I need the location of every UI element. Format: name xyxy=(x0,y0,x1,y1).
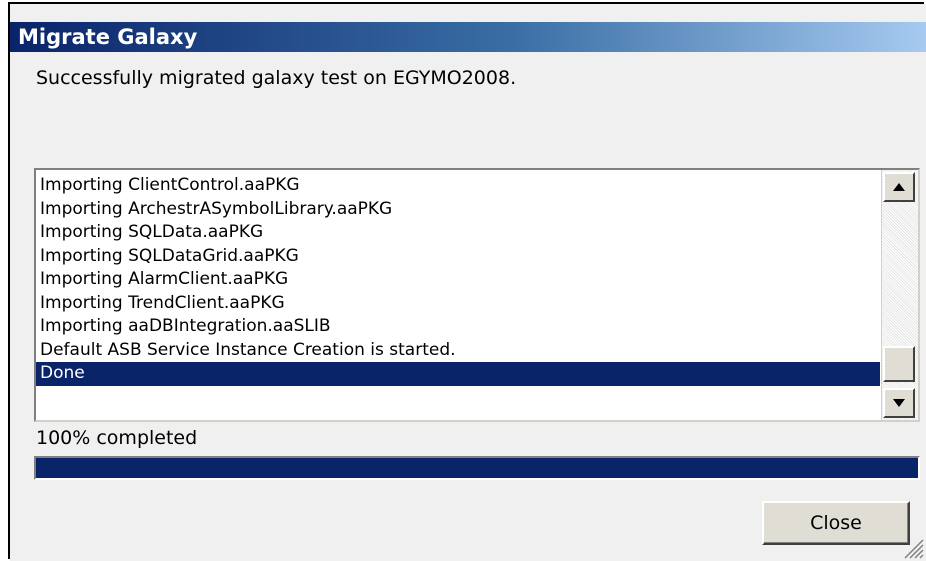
log-items: Importing ClientControl.aaPKG Importing A… xyxy=(36,174,880,386)
arrow-down-icon xyxy=(893,399,905,407)
log-item[interactable]: Importing ClientControl.aaPKG xyxy=(36,174,880,198)
log-item[interactable]: Importing TrendClient.aaPKG xyxy=(36,292,880,316)
close-button[interactable]: Close xyxy=(762,501,910,545)
log-item[interactable]: Importing aaDBIntegration.aaSLIB xyxy=(36,315,880,339)
status-message: Successfully migrated galaxy test on EGY… xyxy=(36,67,517,89)
log-item[interactable]: Done xyxy=(36,362,880,386)
scroll-down-button[interactable] xyxy=(883,388,915,418)
scroll-thumb[interactable] xyxy=(883,346,915,382)
progress-label: 100% completed xyxy=(36,427,198,449)
progress-fill xyxy=(36,458,918,478)
window-title: Migrate Galaxy xyxy=(18,25,198,49)
log-item[interactable]: Default ASB Service Instance Creation is… xyxy=(36,339,880,363)
migration-log-list[interactable]: Importing ClientControl.aaPKG Importing A… xyxy=(34,168,920,422)
log-scrollbar[interactable] xyxy=(881,170,918,420)
title-bar[interactable]: Migrate Galaxy xyxy=(10,22,926,52)
log-item[interactable]: Importing SQLDataGrid.aaPKG xyxy=(36,245,880,269)
arrow-up-icon xyxy=(893,183,905,191)
scroll-up-button[interactable] xyxy=(883,172,915,202)
progress-bar xyxy=(34,456,920,480)
log-item[interactable]: Importing SQLData.aaPKG xyxy=(36,221,880,245)
migrate-galaxy-dialog: Migrate Galaxy Successfully migrated gal… xyxy=(10,4,926,561)
log-item[interactable]: Importing ArchestrASymbolLibrary.aaPKG xyxy=(36,198,880,222)
log-item[interactable]: Importing AlarmClient.aaPKG xyxy=(36,268,880,292)
resize-grip-icon[interactable] xyxy=(902,537,924,559)
